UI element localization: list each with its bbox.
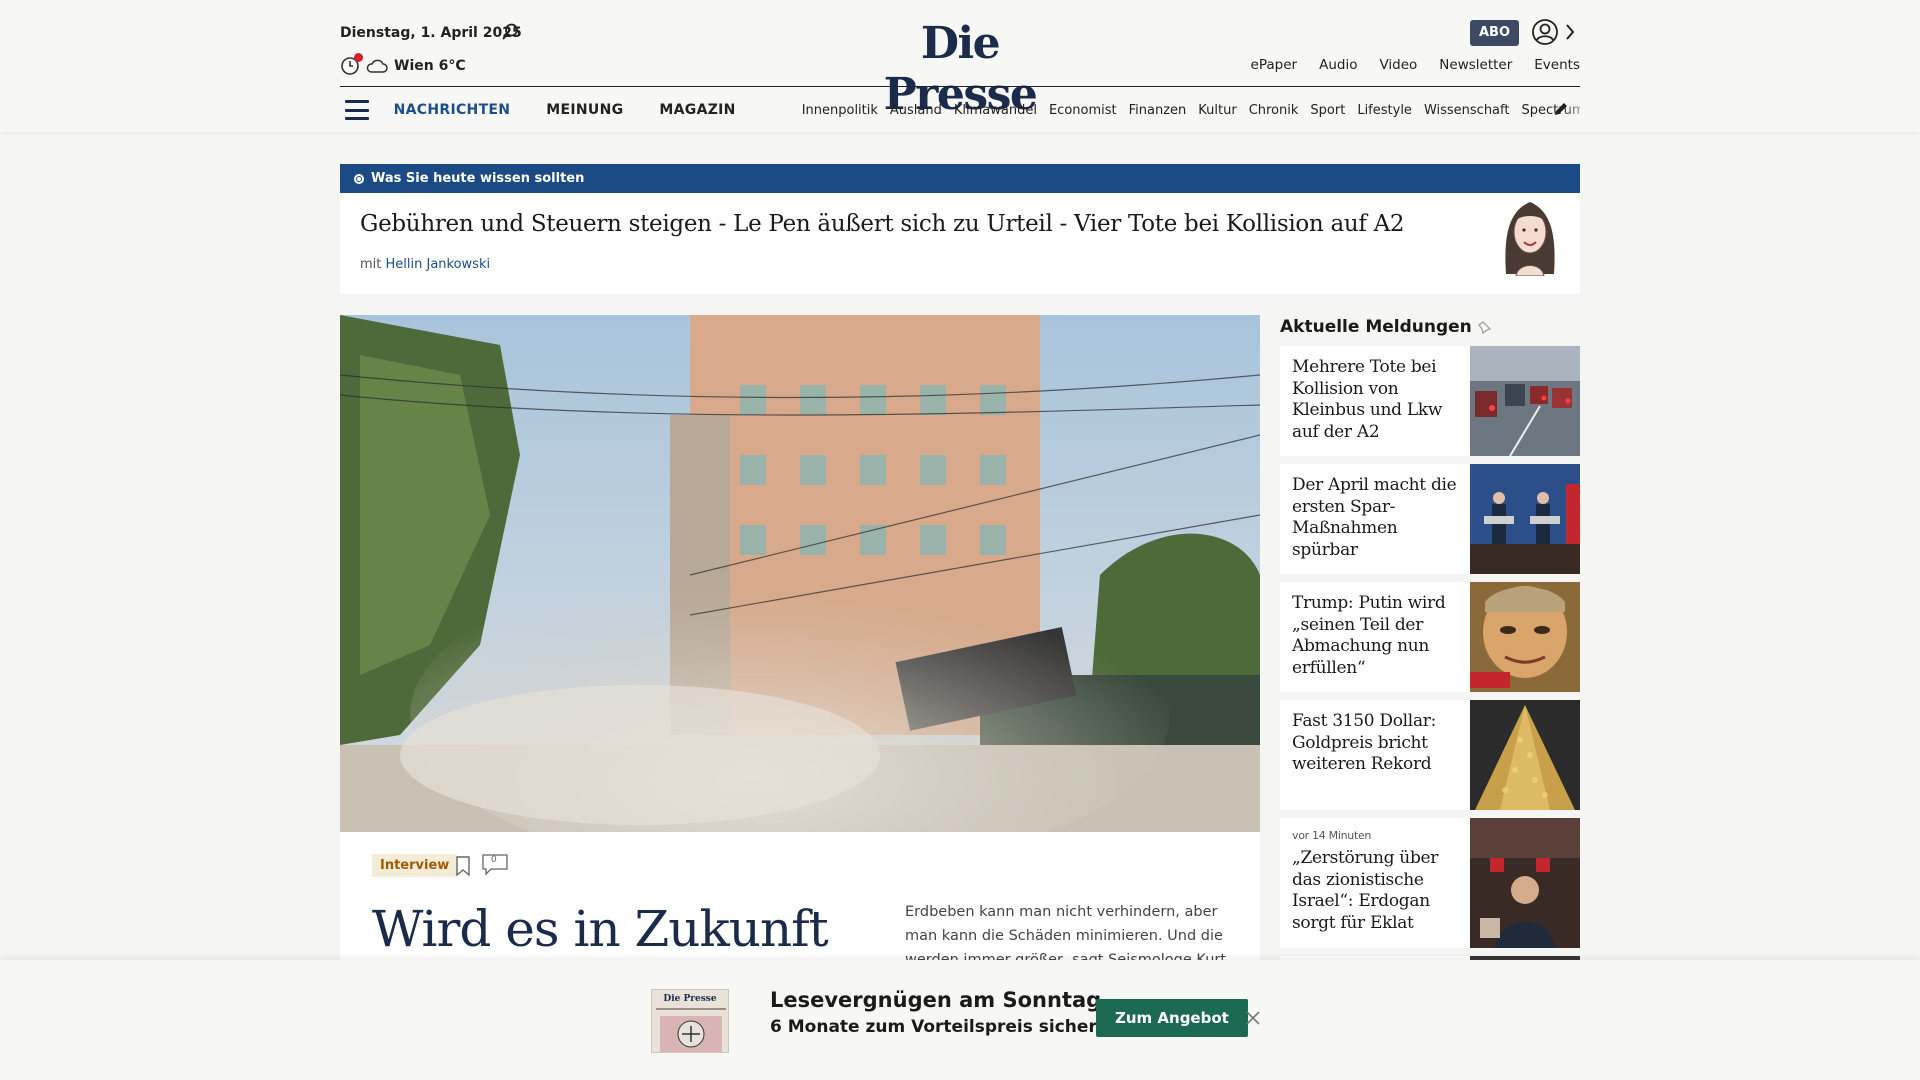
nav-sub-economist[interactable]: Economist <box>1049 103 1117 118</box>
header-divider <box>340 86 1580 87</box>
pin-icon <box>1477 321 1491 334</box>
article-tag[interactable]: Interview <box>372 854 458 877</box>
banner-headline: Lesevergnügen am Sonntag. <box>770 988 1110 1012</box>
promo-banner: Die Presse Lesevergnügen am Sonntag. 6 M… <box>0 960 1920 1080</box>
nav-sub: Innenpolitik Ausland Klimawandel Economi… <box>802 103 1580 118</box>
current-date: Dienstag, 1. April 2025 <box>340 25 522 41</box>
clock-icon <box>340 53 363 76</box>
nav-item-meinung[interactable]: MEINUNG <box>546 102 623 118</box>
top-link-events[interactable]: Events <box>1534 57 1580 73</box>
nav-sub-innenpolitik[interactable]: Innenpolitik <box>802 103 878 118</box>
pencil-icon[interactable] <box>1552 100 1570 118</box>
news-item[interactable]: Fast 3150 Dollar: Goldpreis bricht weite… <box>1280 700 1580 810</box>
nav-main: NACHRICHTEN MEINUNG MAGAZIN <box>394 102 736 118</box>
news-thumbnail <box>1470 700 1580 810</box>
news-thumbnail <box>1470 818 1580 948</box>
article-headline[interactable]: Wird es in Zukunft <box>372 900 829 958</box>
newspaper-logo: Die Presse <box>663 994 717 1004</box>
newspaper-image: Die Presse <box>651 989 729 1053</box>
top-link-video[interactable]: Video <box>1379 57 1417 73</box>
nav-sub-chronik[interactable]: Chronik <box>1249 103 1299 118</box>
news-item-time: vor 14 Minuten <box>1292 829 1372 842</box>
top-link-audio[interactable]: Audio <box>1319 57 1357 73</box>
news-thumbnail <box>1470 582 1580 692</box>
banner-subline: 6 Monate zum Vorteilspreis sichern. <box>770 1017 1116 1037</box>
weather-widget[interactable]: Wien 6°C <box>340 53 466 76</box>
news-thumbnail <box>1470 464 1580 574</box>
top-links: ePaper Audio Video Newsletter Events <box>1251 57 1580 73</box>
cloud-icon <box>366 59 388 73</box>
news-item[interactable]: Mehrere Tote bei Kollision von Kleinbus … <box>1280 346 1580 456</box>
newspaper-graphic <box>656 1008 726 1052</box>
news-item-title: Mehrere Tote bei Kollision von Kleinbus … <box>1292 357 1443 442</box>
nav-item-nachrichten[interactable]: NACHRICHTEN <box>394 102 511 118</box>
news-item-title: Der April macht die ersten Spar-Maßnahme… <box>1292 475 1457 560</box>
menu-icon[interactable] <box>345 100 369 120</box>
briefing-bar: Was Sie heute wissen sollten <box>340 164 1580 193</box>
briefing-byline: mit Hellin Jankowski <box>360 257 490 272</box>
comment-icon[interactable]: 0 <box>482 854 508 876</box>
news-item-title: Fast 3150 Dollar: Goldpreis bricht weite… <box>1292 711 1437 774</box>
author-avatar <box>1505 202 1555 276</box>
aside-title: Aktuelle Meldungen <box>1280 317 1492 337</box>
news-item[interactable]: vor 14 Minuten „Zerstörung über das zion… <box>1280 818 1580 948</box>
nav-sub-finanzen[interactable]: Finanzen <box>1129 103 1187 118</box>
nav-sub-lifestyle[interactable]: Lifestyle <box>1357 103 1412 118</box>
author-link[interactable]: Hellin Jankowski <box>386 257 491 272</box>
nav-sub-klimawandel[interactable]: Klimawandel <box>954 103 1037 118</box>
nav-sub-sport[interactable]: Sport <box>1310 103 1345 118</box>
weather-text: Wien 6°C <box>394 58 466 74</box>
byline-prefix: mit <box>360 257 382 272</box>
nav-sub-kultur[interactable]: Kultur <box>1198 103 1236 118</box>
aside-title-text: Aktuelle Meldungen <box>1280 317 1472 337</box>
site-header: Dienstag, 1. April 2025 Wien 6°C Die Pre… <box>0 0 1920 132</box>
news-item[interactable]: Trump: Putin wird „seinen Teil der Abmac… <box>1280 582 1580 692</box>
nav-sub-wissenschaft[interactable]: Wissenschaft <box>1424 103 1510 118</box>
user-icon[interactable] <box>1531 18 1559 46</box>
news-thumbnail <box>1470 346 1580 456</box>
top-link-epaper[interactable]: ePaper <box>1251 57 1298 73</box>
nav-item-magazin[interactable]: MAGAZIN <box>659 102 735 118</box>
comment-count: 0 <box>491 855 497 865</box>
live-dot-icon <box>354 173 364 184</box>
nav-sub-spectrum[interactable]: Spectrum <box>1521 103 1580 118</box>
nav-sub-ausland[interactable]: Ausland <box>890 103 942 118</box>
main-nav: NACHRICHTEN MEINUNG MAGAZIN Innenpolitik… <box>340 92 1580 128</box>
abo-button[interactable]: ABO <box>1470 20 1520 46</box>
briefing-box[interactable]: Was Sie heute wissen sollten Gebühren un… <box>340 164 1580 294</box>
offer-button[interactable]: Zum Angebot <box>1096 999 1248 1037</box>
hero-image[interactable] <box>340 315 1260 832</box>
chevron-right-icon[interactable] <box>1563 22 1577 42</box>
news-item-title: „Zerstörung über das zionistische Israel… <box>1292 848 1439 933</box>
bookmark-icon[interactable] <box>455 856 471 876</box>
briefing-title[interactable]: Gebühren und Steuern steigen - Le Pen äu… <box>360 211 1405 237</box>
briefing-bar-label: Was Sie heute wissen sollten <box>371 171 585 186</box>
top-link-newsletter[interactable]: Newsletter <box>1439 57 1512 73</box>
news-item-title: Trump: Putin wird „seinen Teil der Abmac… <box>1292 593 1446 678</box>
search-icon[interactable] <box>500 22 520 42</box>
news-item-body: vor 14 Minuten „Zerstörung über das zion… <box>1280 818 1470 948</box>
close-icon[interactable] <box>1245 1010 1261 1026</box>
news-item[interactable]: Der April macht die ersten Spar-Maßnahme… <box>1280 464 1580 574</box>
